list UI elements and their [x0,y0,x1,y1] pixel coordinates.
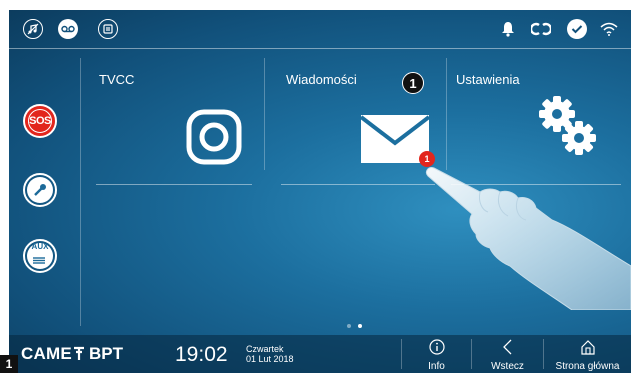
clock-time: 19:02 [175,343,228,366]
back-button[interactable]: Wstecz [472,335,543,373]
tile-tvcc-underline [96,184,252,185]
home-button[interactable]: Strona główna [544,335,631,373]
page-indicator [347,324,362,328]
clock-date: 01 Lut 2018 [246,354,294,364]
gears-icon [533,90,603,165]
aux-label: AUX [31,242,49,251]
tile-divider-2 [446,58,447,170]
back-icon [502,339,514,358]
tile-divider-1 [264,58,265,170]
sos-button[interactable]: SOS [23,104,57,138]
clock-day: Czwartek [246,344,284,354]
camera-ring-icon [185,108,243,171]
bottom-bar: CAME BPT 19:02 Czwartek 01 Lut 2018 Info… [9,335,631,373]
info-label: Info [428,361,445,372]
bpt-logo-mark-icon [73,345,85,366]
link-icon[interactable] [531,19,551,39]
info-button[interactable]: Info [402,335,471,373]
intercom-icon[interactable] [98,19,118,39]
pointing-hand-illustration [422,162,631,315]
tile-settings-label: Ustawienia [456,72,520,87]
sidebar-divider [80,58,81,326]
page-dot-1[interactable] [347,324,351,328]
info-icon [428,339,445,358]
check-icon[interactable] [567,19,587,39]
top-divider [9,48,631,49]
key-icon [27,177,53,203]
wifi-icon[interactable] [599,19,619,39]
back-label: Wstecz [491,361,524,372]
tile-tvcc-label: TVCC [99,72,135,87]
corner-callout-number: 1 [0,355,18,373]
came-logo: CAME [21,344,72,363]
callout-number: 1 [402,72,424,94]
bpt-logo: BPT [89,344,123,363]
tile-messages-label: Wiadomości [286,72,357,87]
home-label: Strona główna [555,361,620,372]
intercom-screen: SOS AUX TVCC Wiadomości 1 1 Ustawienia C… [9,10,631,373]
page-dot-2[interactable] [358,324,362,328]
aux-icon: AUX [27,243,53,269]
door-open-button[interactable] [23,173,57,207]
home-icon [580,339,596,358]
status-bar [9,10,631,48]
bell-icon[interactable] [498,19,518,39]
tile-messages-underline [281,184,435,185]
aux-button[interactable]: AUX [23,239,57,273]
voicemail-icon[interactable] [58,19,78,39]
sos-label: SOS [28,109,52,133]
mute-icon[interactable] [23,19,43,39]
